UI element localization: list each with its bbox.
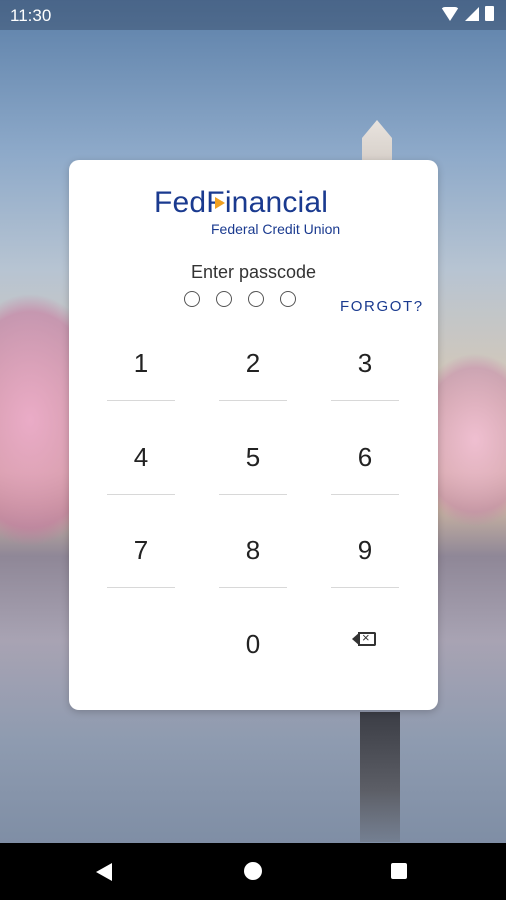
logo-subtitle: Federal Credit Union [211,221,341,237]
passcode-dot [280,291,296,307]
back-icon[interactable] [96,863,112,881]
key-4[interactable]: 4 [107,431,175,495]
key-3[interactable]: 3 [331,337,399,401]
fedfinancial-logo: FedFinancial Federal Credit Union [154,186,354,237]
key-5[interactable]: 5 [219,431,287,495]
key-0[interactable]: 0 [219,618,287,670]
battery-icon [485,6,494,21]
key-2[interactable]: 2 [219,337,287,401]
passcode-dot [248,291,264,307]
passcode-card: FedFinancial Federal Credit Union Enter … [69,160,438,710]
key-8[interactable]: 8 [219,524,287,588]
passcode-dot [184,291,200,307]
wifi-icon [441,6,459,21]
forgot-button[interactable]: FORGOT? [340,298,424,315]
logo-flag-icon [215,197,225,209]
passcode-prompt: Enter passcode [190,262,317,282]
signal-icon [465,6,479,21]
monument-reflection [360,712,400,842]
key-6[interactable]: 6 [331,431,399,495]
status-icons [441,6,494,21]
backspace-x: × [362,630,370,645]
status-bar: 11:30 [0,0,506,30]
key-1[interactable]: 1 [107,337,175,401]
recent-apps-icon[interactable] [391,863,407,879]
home-icon[interactable] [244,862,262,880]
key-7[interactable]: 7 [107,524,175,588]
status-time: 11:30 [10,6,52,25]
key-9[interactable]: 9 [331,524,399,588]
navigation-bar [0,843,506,900]
passcode-dot [216,291,232,307]
logo-text: FedFinancial [154,186,329,219]
passcode-dots [184,291,296,307]
backspace-icon[interactable]: × [352,630,378,648]
